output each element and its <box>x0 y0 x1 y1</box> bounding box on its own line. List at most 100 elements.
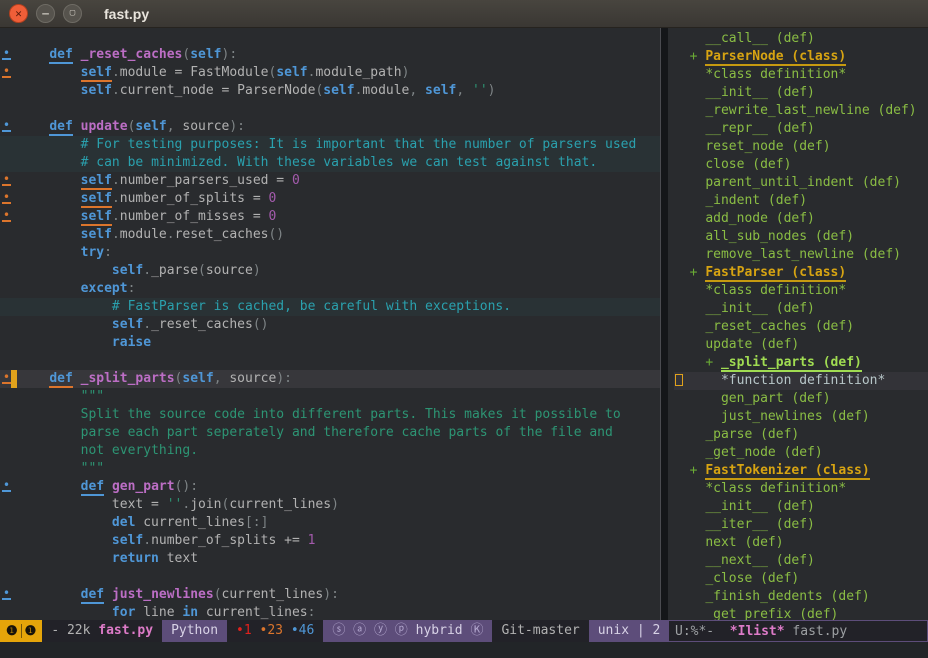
outline-item[interactable]: gen_part (def) <box>674 390 928 408</box>
code-text: # can be minimized. With these variables… <box>18 154 597 172</box>
outline-item[interactable]: + ParserNode (class) <box>674 48 928 66</box>
code-line[interactable]: return text <box>0 550 660 568</box>
code-line[interactable]: • def just_newlines(current_lines): <box>0 586 660 604</box>
window-number-segment[interactable]: ❶❶ <box>0 620 42 642</box>
expand-icon[interactable]: + <box>690 265 706 280</box>
code-line[interactable]: • self.module = FastModule(self.module_p… <box>0 64 660 82</box>
code-line[interactable]: for line in current_lines: <box>0 604 660 620</box>
code-line[interactable]: self.number_of_splits += 1 <box>0 532 660 550</box>
outline-item[interactable]: *function definition* <box>674 372 928 390</box>
code-line[interactable] <box>0 568 660 586</box>
code-line[interactable]: self.current_node = ParserNode(self.modu… <box>0 82 660 100</box>
code-editor[interactable]: • def _reset_caches(self):• self.module … <box>0 28 660 620</box>
code-line[interactable]: • self.number_of_splits = 0 <box>0 190 660 208</box>
code-line[interactable] <box>0 100 660 118</box>
outline-item[interactable]: reset_node (def) <box>674 138 928 156</box>
code-line[interactable]: • self.number_parsers_used = 0 <box>0 172 660 190</box>
outline-item[interactable]: all_sub_nodes (def) <box>674 228 928 246</box>
encoding-segment[interactable]: unix | 2 <box>589 620 668 642</box>
code-line[interactable]: # FastParser is cached, be careful with … <box>0 298 660 316</box>
code-line[interactable]: not everything. <box>0 442 660 460</box>
outline-item[interactable]: next (def) <box>674 534 928 552</box>
outline-item[interactable]: *class definition* <box>674 66 928 84</box>
maximize-button[interactable]: ▢ <box>63 4 82 23</box>
code-line[interactable]: self._reset_caches() <box>0 316 660 334</box>
code-line[interactable] <box>0 352 660 370</box>
outline-item[interactable]: _close (def) <box>674 570 928 588</box>
outline-item[interactable]: *class definition* <box>674 480 928 498</box>
expand-icon[interactable]: + <box>690 49 706 64</box>
titlebar[interactable]: ✕ — ▢ fast.py <box>0 0 928 28</box>
code-text: raise <box>18 334 151 352</box>
minimize-button[interactable]: — <box>36 4 55 23</box>
code-line[interactable]: # For testing purposes: It is important … <box>0 136 660 154</box>
outline-item[interactable]: update (def) <box>674 336 928 354</box>
outline-item[interactable]: __init__ (def) <box>674 84 928 102</box>
code-line[interactable]: • def _split_parts(self, source): <box>0 370 660 388</box>
code-line[interactable]: Split the source code into different par… <box>0 406 660 424</box>
code-line[interactable]: • def update(self, source): <box>0 118 660 136</box>
code-line[interactable]: parse each part seperately and therefore… <box>0 424 660 442</box>
outline-item[interactable]: + FastTokenizer (class) <box>674 462 928 480</box>
code-line[interactable]: del current_lines[:] <box>0 514 660 532</box>
outline-item[interactable]: + FastParser (class) <box>674 264 928 282</box>
code-text: self.number_of_splits = 0 <box>18 190 276 208</box>
code-line[interactable]: raise <box>0 334 660 352</box>
outline-item[interactable]: __next__ (def) <box>674 552 928 570</box>
outline-item[interactable]: _get_node (def) <box>674 444 928 462</box>
outline-item[interactable]: _parse (def) <box>674 426 928 444</box>
code-line[interactable]: • def _reset_caches(self): <box>0 46 660 64</box>
outline-item[interactable]: + _split_parts (def) <box>674 354 928 372</box>
outline-item[interactable]: _reset_caches (def) <box>674 318 928 336</box>
minor-mode-icons: ⓢ ⓐ ⓨ ⓟ <box>332 623 407 638</box>
code-text: """ <box>18 388 104 406</box>
code-line[interactable]: """ <box>0 388 660 406</box>
code-line[interactable]: try: <box>0 244 660 262</box>
fringe <box>0 244 18 262</box>
close-button[interactable]: ✕ <box>9 4 28 23</box>
code-line[interactable]: • self.number_of_misses = 0 <box>0 208 660 226</box>
outline-item[interactable]: __init__ (def) <box>674 498 928 516</box>
outline-item[interactable]: _indent (def) <box>674 192 928 210</box>
buffer-status-flags: U:%*- <box>675 621 714 642</box>
code-line[interactable]: text = ''.join(current_lines) <box>0 496 660 514</box>
expand-icon[interactable]: + <box>690 463 706 478</box>
outline-item[interactable]: remove_last_newline (def) <box>674 246 928 264</box>
outline-item[interactable]: _finish_dedents (def) <box>674 588 928 606</box>
buffer-info-segment[interactable]: - 22k fast.py <box>42 620 162 642</box>
code-line[interactable]: • def gen_part(): <box>0 478 660 496</box>
major-mode-segment[interactable]: Python <box>162 620 227 642</box>
code-line[interactable] <box>0 28 660 46</box>
outline-item-label: update (def) <box>705 337 799 352</box>
outline-item[interactable]: __iter__ (def) <box>674 516 928 534</box>
minor-modes-segment[interactable]: ⓢ ⓐ ⓨ ⓟ hybrid Ⓚ <box>323 620 492 642</box>
outline-item-label: gen_part (def) <box>721 391 831 406</box>
outline-item[interactable]: __init__ (def) <box>674 300 928 318</box>
code-line[interactable]: # can be minimized. With these variables… <box>0 154 660 172</box>
version-control-segment[interactable]: Git-master <box>492 620 588 642</box>
outline-item[interactable]: _get_prefix (def) <box>674 606 928 620</box>
indent <box>674 49 690 64</box>
code-line[interactable]: self._parse(source) <box>0 262 660 280</box>
outline-item[interactable]: _rewrite_last_newline (def) <box>674 102 928 120</box>
indent <box>674 535 705 550</box>
outline-item[interactable]: add_node (def) <box>674 210 928 228</box>
outline-item-label: _split_parts (def) <box>721 355 862 372</box>
expand-icon[interactable]: + <box>705 355 721 370</box>
outline-sidebar[interactable]: __call__ (def) + ParserNode (class) *cla… <box>668 28 928 620</box>
flycheck-segment[interactable]: •1 •23 •46 <box>227 620 323 642</box>
outline-item[interactable]: *class definition* <box>674 282 928 300</box>
outline-item-label: _rewrite_last_newline (def) <box>705 103 916 118</box>
code-line[interactable]: self.module.reset_caches() <box>0 226 660 244</box>
outline-item[interactable]: __call__ (def) <box>674 30 928 48</box>
outline-item[interactable]: __repr__ (def) <box>674 120 928 138</box>
outline-item-label: __next__ (def) <box>705 553 815 568</box>
code-line[interactable]: """ <box>0 460 660 478</box>
outline-item[interactable]: parent_until_indent (def) <box>674 174 928 192</box>
outline-item[interactable]: close (def) <box>674 156 928 174</box>
echo-area[interactable] <box>0 642 928 658</box>
window-divider[interactable] <box>660 28 668 620</box>
modeline-sidebar-window[interactable]: U:%*- *Ilist* fast.py <box>668 620 928 642</box>
code-line[interactable]: except: <box>0 280 660 298</box>
outline-item[interactable]: just_newlines (def) <box>674 408 928 426</box>
